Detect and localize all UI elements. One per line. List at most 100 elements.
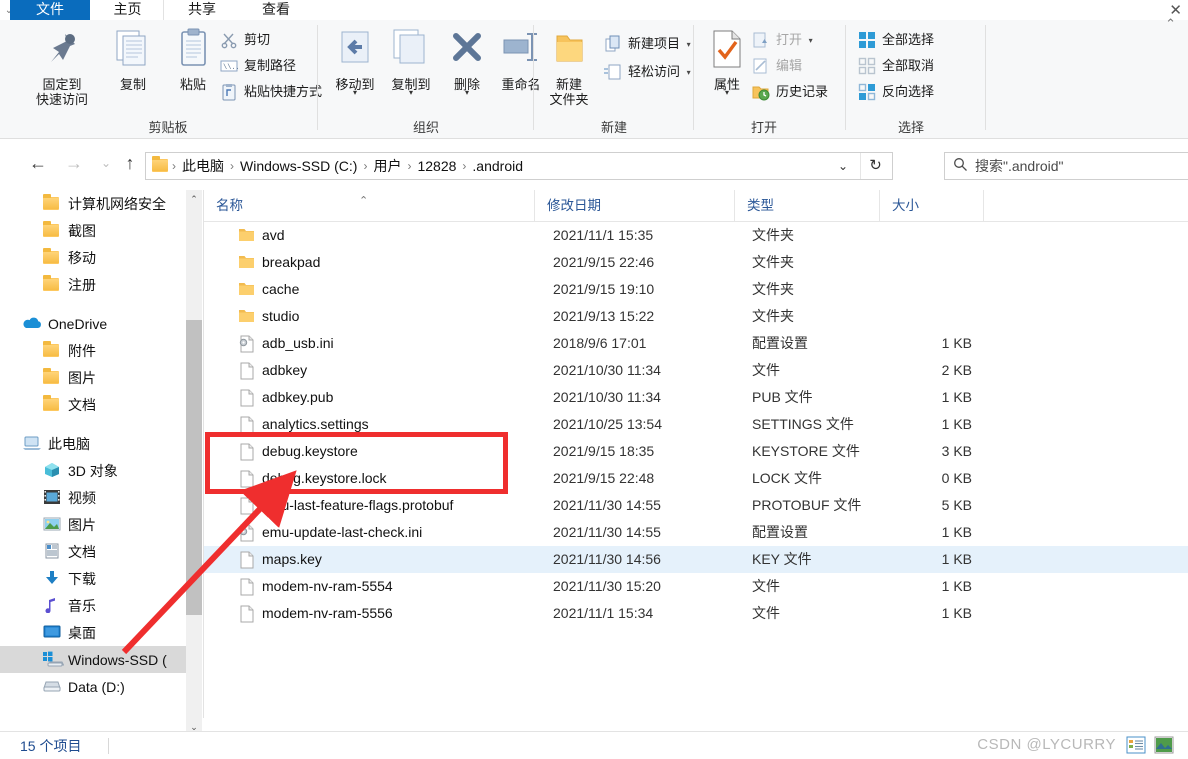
chevron-down-icon[interactable]: ▾ [809,36,813,45]
sidebar-item[interactable]: 图片 [0,364,186,391]
invert-selection-button[interactable]: 反向选择 [856,80,934,104]
forward-button[interactable]: → [60,149,88,177]
edit-button[interactable]: 编辑 [750,54,802,78]
new-folder-button[interactable]: 新建 文件夹 [538,26,600,107]
up-button[interactable]: ↑ [116,149,144,177]
new-folder-icon [538,26,600,74]
ini-icon [238,524,255,542]
column-type[interactable]: 类型 [734,190,879,221]
ribbon-group-organize: 移动到 ▾ 复制到 ▾ 删除 ▾ 重命名 组织 [318,20,541,139]
tab-home[interactable]: 主页 [92,0,164,20]
sidebar-item[interactable]: 计算机网络安全 [0,190,186,217]
tab-share[interactable]: 共享 [166,0,238,20]
tab-file[interactable]: 文件 [10,0,90,20]
properties-button[interactable]: 属性 ▾ [696,26,758,97]
file-name: emu-update-last-check.ini [262,524,423,540]
search-box[interactable]: 搜索".android" [944,152,1188,180]
move-to-button[interactable]: 移动到 ▾ [324,26,386,97]
table-row[interactable]: analytics.settings 2021/10/25 13:54 SETTIN… [204,411,1188,438]
file-size: 1 KB [941,335,972,351]
sidebar-item[interactable]: 3D 对象 [0,457,186,484]
chevron-down-icon[interactable]: ▾ [696,89,758,97]
chevron-down-icon[interactable]: ▾ [687,68,691,77]
pin-to-quick-access-button[interactable]: 固定到 快速访问 [26,26,98,107]
table-row[interactable]: avd 2021/11/1 15:35 文件夹 [204,222,1188,249]
table-row[interactable]: modem-nv-ram-5554 2021/11/30 15:20 文件 1 KB [204,573,1188,600]
history-icon [752,83,770,101]
column-date-modified[interactable]: 修改日期 [534,190,734,221]
table-row[interactable]: adbkey.pub 2021/10/30 11:34 PUB 文件 1 KB [204,384,1188,411]
sidebar-item[interactable]: 桌面 [0,619,186,646]
scrollbar-thumb[interactable] [186,320,202,615]
copy-path-button[interactable]: \\.. 复制路径 [218,54,296,78]
scroll-up-icon[interactable]: ⌃ [186,190,202,208]
chevron-down-icon[interactable]: ▾ [380,89,442,97]
file-date-modified: 2021/11/30 15:20 [553,578,661,594]
sidebar-item[interactable]: 图片 [0,511,186,538]
open-button[interactable]: 打开 ▾ [750,28,813,52]
table-row[interactable]: adb_usb.ini 2018/9/6 17:01 配置设置 1 KB [204,330,1188,357]
column-size[interactable]: 大小 [879,190,983,221]
history-button[interactable]: 历史记录 [750,80,828,104]
address-bar[interactable]: › 此电脑 › Windows-SSD (C:) › 用户 › 12828 › … [145,152,893,180]
back-button[interactable]: ← [24,149,52,177]
table-row[interactable]: debug.keystore 2021/9/15 18:35 KEYSTORE 文件… [204,438,1188,465]
breadcrumb-item-0[interactable]: 此电脑 [178,156,228,176]
chevron-down-icon[interactable]: ▾ [687,40,691,49]
sidebar-item[interactable]: 注册 [0,271,186,298]
file-list[interactable]: avd 2021/11/1 15:35 文件夹 breakpad 2021/9/15 2… [204,222,1188,718]
select-all-button[interactable]: 全部选择 [856,28,934,52]
breadcrumb-item-2[interactable]: 用户 [369,156,405,176]
table-row[interactable]: debug.keystore.lock 2021/9/15 22:48 LOCK 文… [204,465,1188,492]
sidebar-item[interactable]: 截图 [0,217,186,244]
sidebar-item[interactable]: 移动 [0,244,186,271]
chevron-down-icon[interactable]: ▾ [436,89,498,97]
column-name[interactable]: 名称 ⌃ [204,190,534,221]
sidebar-item[interactable]: 附件 [0,337,186,364]
desktop-icon [42,624,62,642]
column-spacer[interactable] [983,190,1188,221]
new-item-button[interactable]: 新建项目 ▾ [602,32,691,56]
copy-button[interactable]: 复制 [102,26,164,92]
sidebar-item[interactable]: 文档 [0,391,186,418]
status-divider [108,738,109,754]
table-row[interactable]: adbkey 2021/10/30 11:34 文件 2 KB [204,357,1188,384]
address-dropdown-icon[interactable]: ⌄ [830,153,856,179]
breadcrumb-item-1[interactable]: Windows-SSD (C:) [236,158,361,174]
table-row[interactable]: studio 2021/9/13 15:22 文件夹 [204,303,1188,330]
sidebar-item[interactable]: 下载 [0,565,186,592]
refresh-button[interactable]: ↻ [860,153,890,179]
tab-view[interactable]: 查看 [240,0,312,20]
sidebar-item[interactable]: 视频 [0,484,186,511]
copy-to-button[interactable]: 复制到 ▾ [380,26,442,97]
large-icons-view-button[interactable] [1154,736,1176,756]
navigation-pane-scrollbar[interactable]: ⌃ ⌄ [186,190,202,736]
sidebar-item[interactable]: Windows-SSD ( [0,646,186,673]
paste-shortcut-button[interactable]: 粘贴快捷方式 [218,80,322,104]
breadcrumb-item-4[interactable]: .android [468,158,527,174]
table-row[interactable]: breakpad 2021/9/15 22:46 文件夹 [204,249,1188,276]
delete-button[interactable]: 删除 ▾ [436,26,498,97]
cut-button[interactable]: 剪切 [218,28,270,52]
file-date-modified: 2021/9/15 22:48 [553,470,655,486]
select-none-button[interactable]: 全部取消 [856,54,934,78]
easy-access-button[interactable]: 轻松访问 ▾ [602,60,691,84]
table-row[interactable]: modem-nv-ram-5556 2021/11/1 15:34 文件 1 KB [204,600,1188,627]
sidebar-item[interactable]: OneDrive [0,310,186,337]
paste-button[interactable]: 粘贴 [162,26,224,92]
file-size: 1 KB [941,524,972,540]
sidebar-item[interactable]: Data (D:) [0,673,186,700]
collapse-ribbon-icon[interactable]: ⌃ [1165,16,1176,32]
table-row[interactable]: emu-update-last-check.ini 2021/11/30 14:5… [204,519,1188,546]
table-row[interactable]: maps.key 2021/11/30 14:56 KEY 文件 1 KB [204,546,1188,573]
file-size: 5 KB [941,497,972,513]
sidebar-item[interactable]: 此电脑 [0,430,186,457]
chevron-down-icon[interactable]: ▾ [324,89,386,97]
sidebar-item[interactable]: 文档 [0,538,186,565]
table-row[interactable]: cache 2021/9/15 19:10 文件夹 [204,276,1188,303]
sidebar-item[interactable]: 音乐 [0,592,186,619]
breadcrumb-item-3[interactable]: 12828 [413,158,460,174]
details-view-button[interactable] [1126,736,1148,756]
table-row[interactable]: emu-last-feature-flags.protobuf 2021/11/3… [204,492,1188,519]
file-icon [238,605,255,623]
